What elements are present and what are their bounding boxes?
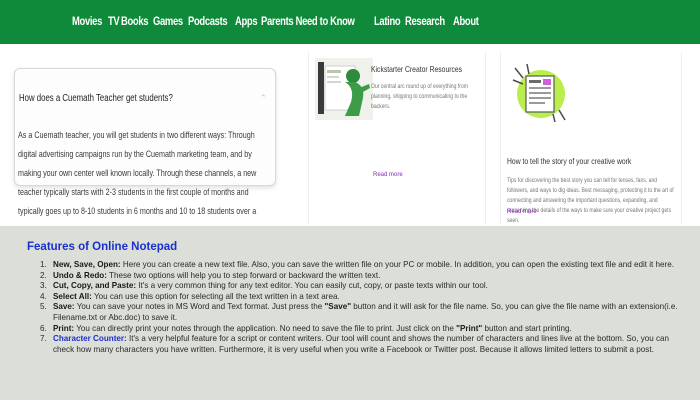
feature-text: These two options will help you to step …	[106, 270, 381, 280]
list-number: 6.	[40, 323, 47, 333]
nav-link-latino[interactable]: Latino	[374, 16, 401, 28]
feature-label: Undo & Redo:	[53, 270, 107, 280]
faq-answer: As a Cuemath teacher, you will get stude…	[18, 130, 257, 235]
nav-link-games[interactable]: Games	[153, 16, 183, 28]
list-number: 2.	[40, 270, 47, 280]
nav-link-podcasts[interactable]: Podcasts	[188, 16, 228, 28]
faq-question[interactable]: How does a Cuemath Teacher get students?	[19, 93, 173, 104]
read-more-link[interactable]: Read more	[373, 172, 403, 178]
list-number: 3.	[40, 281, 47, 291]
nav-links: Movies TV Books Games Podcasts Apps Pare…	[72, 0, 479, 44]
feature-text: You can save your notes in MS Word and T…	[74, 302, 325, 312]
feature-label: Cut, Copy, and Paste:	[53, 281, 137, 291]
card-title[interactable]: How to tell the story of your creative w…	[507, 156, 631, 166]
card-description: Our central arc round up of everything f…	[371, 83, 469, 110]
list-number: 1.	[40, 260, 47, 269]
feature-label: Print:	[53, 323, 75, 333]
nav-link-apps[interactable]: Apps	[235, 16, 258, 28]
feature-text: You can directly print your notes throug…	[74, 323, 457, 333]
feature-text: It's a very helpful feature for a script…	[53, 334, 670, 354]
card-title[interactable]: Kickstarter Creator Resources	[371, 64, 462, 74]
resource-card-storytelling[interactable]: How to tell the story of your creative w…	[500, 52, 682, 224]
list-item: 2. Undo & Redo: These two options will he…	[40, 271, 680, 282]
nav-link-books[interactable]: Books	[121, 16, 149, 28]
nav-link-parents-need-to-know[interactable]: Parents Need to Know	[261, 16, 355, 28]
feature-text: Here you can create a new text file. Als…	[120, 260, 675, 269]
list-item: 1. New, Save, Open: Here you can create a…	[40, 260, 680, 271]
feature-label: Character Counter:	[53, 334, 127, 344]
top-nav: Movies TV Books Games Podcasts Apps Pare…	[0, 0, 700, 44]
feature-label: Save:	[53, 302, 75, 312]
resource-card-kickstarter[interactable]: Kickstarter Creator Resources Our centra…	[308, 52, 486, 224]
notepad-features-section: Features of Online Notepad 1. New, Save, …	[0, 226, 700, 400]
feature-text: button and start printing.	[482, 323, 572, 333]
nav-link-about[interactable]: About	[453, 16, 479, 28]
read-more-link[interactable]: Read more	[507, 209, 537, 215]
feature-label: Select All:	[53, 291, 92, 301]
print-keyword: "Print"	[456, 323, 483, 333]
feature-text: You can use this option for selecting al…	[91, 291, 340, 301]
card-description: Tips for discovering the best story you …	[507, 177, 674, 224]
list-number: 4.	[40, 291, 47, 301]
feature-text: It's a very common thing for any text ed…	[136, 281, 488, 291]
nav-link-tv[interactable]: TV	[108, 16, 120, 28]
list-item: 5. Save: You can save your notes in MS Wo…	[40, 302, 680, 323]
save-keyword: "Save"	[324, 302, 352, 312]
nav-link-movies[interactable]: Movies	[72, 16, 102, 28]
list-item: 6. Print: You can directly print your not…	[40, 324, 680, 335]
list-number: 7.	[40, 334, 47, 344]
list-number: 5.	[40, 302, 47, 312]
creator-illustration-image	[315, 58, 373, 120]
features-list: 1. New, Save, Open: Here you can create a…	[40, 260, 680, 355]
document-illustration-image	[509, 60, 569, 124]
nav-link-research[interactable]: Research	[405, 16, 445, 28]
list-item: 4. Select All: You can use this option fo…	[40, 292, 680, 303]
list-item: 7. Character Counter: It's a very helpful…	[40, 334, 680, 355]
list-item: 3. Cut, Copy, and Paste: It's a very comm…	[40, 281, 680, 292]
feature-label: New, Save, Open:	[53, 260, 121, 269]
section-title: Features of Online Notepad	[27, 241, 178, 253]
chevron-icon[interactable]: ⌃	[259, 93, 267, 104]
